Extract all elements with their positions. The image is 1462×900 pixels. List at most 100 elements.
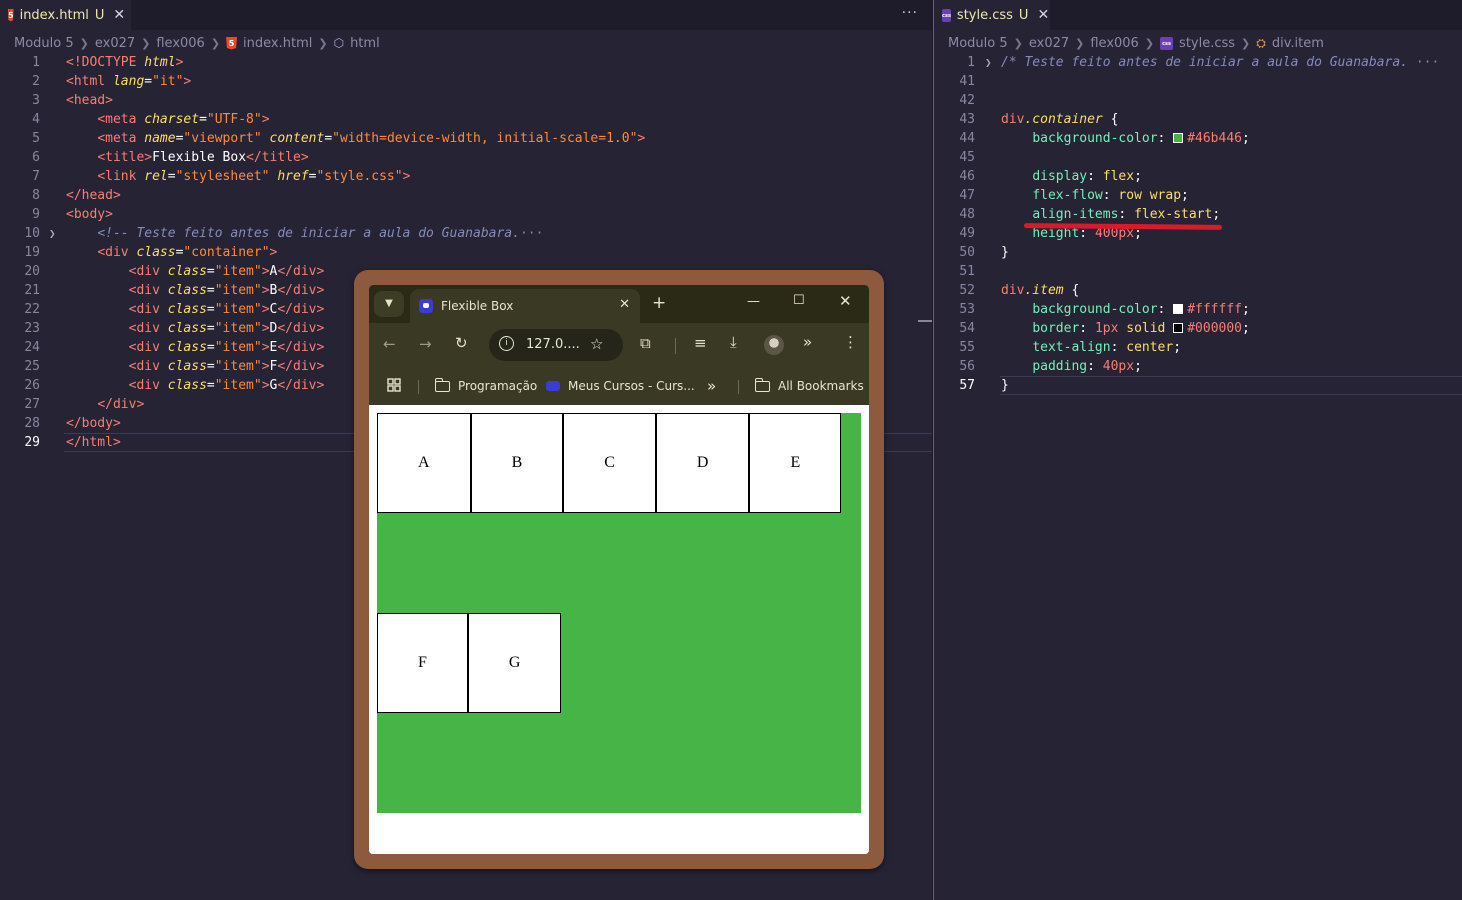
code-token: .item	[1024, 283, 1064, 298]
code-line[interactable]: 52 div.item {	[934, 281, 1462, 300]
forward-icon[interactable]: →	[419, 335, 432, 353]
download-icon[interactable]: ⤓	[730, 333, 737, 351]
breadcrumb-item[interactable]: index.html	[243, 36, 312, 51]
code-line[interactable]: 46 display: flex;	[934, 167, 1462, 186]
new-tab-icon[interactable]: +	[652, 293, 666, 313]
line-number: 21	[24, 283, 40, 298]
folder-icon	[434, 377, 450, 392]
line-number: 47	[959, 188, 975, 203]
back-icon[interactable]: ←	[383, 335, 396, 353]
chevron-double-right-icon[interactable]: »	[803, 333, 812, 351]
code-line[interactable]: 5 <meta name="viewport" content="width=d…	[0, 129, 932, 148]
breadcrumb-item[interactable]: html	[350, 36, 380, 51]
code-line[interactable]: 48 align-items: flex-start;	[934, 205, 1462, 224]
code-token: align-items	[1032, 207, 1119, 222]
breadcrumb-item[interactable]: div.item	[1272, 36, 1324, 51]
code-token: ;	[1242, 321, 1250, 336]
breadcrumb-item[interactable]: ex027	[1029, 36, 1069, 51]
code-token: </html>	[66, 435, 121, 450]
fold-chevron-icon[interactable]: ❯	[985, 53, 992, 72]
code-line[interactable]: 42	[934, 91, 1462, 110]
code-line[interactable]: 7 <link rel="stylesheet" href="style.css…	[0, 167, 932, 186]
color-swatch[interactable]	[1173, 133, 1184, 143]
fold-chevron-icon[interactable]: ❯	[49, 224, 56, 243]
code-line[interactable]: 44 background-color: #46b446;	[934, 129, 1462, 148]
tab-style-css[interactable]: css style.css U ✕	[934, 0, 1050, 30]
code-token: ···	[1408, 55, 1440, 70]
code-line[interactable]: 51	[934, 262, 1462, 281]
code-line[interactable]: 43 div.container {	[934, 110, 1462, 129]
apps-grid-icon[interactable]	[387, 378, 401, 392]
bookmark-all[interactable]: All Bookmarks	[754, 377, 864, 393]
media-queue-icon[interactable]: ≡	[694, 334, 707, 352]
code-token: class	[136, 245, 176, 260]
more-actions-button[interactable]: ···	[902, 5, 918, 21]
breadcrumb-item[interactable]: flex006	[1090, 36, 1138, 51]
breadcrumb-item[interactable]: ex027	[95, 36, 135, 51]
reload-icon[interactable]: ↻	[455, 334, 468, 352]
chevron-double-right-icon[interactable]: »	[707, 377, 716, 395]
color-swatch[interactable]	[1173, 323, 1184, 333]
line-number: 44	[959, 131, 975, 146]
code-text: div.container {	[1001, 110, 1118, 129]
code-line[interactable]: 1 ❯ /* Teste feito antes de iniciar a aula…	[934, 53, 1462, 72]
code-token: >	[261, 359, 270, 374]
line-number: 29	[24, 435, 40, 450]
line-number: 52	[959, 283, 975, 298]
breadcrumb-item[interactable]: flex006	[156, 36, 204, 51]
close-icon[interactable]: ✕	[619, 297, 630, 312]
code-text: <title>Flexible Box</title>	[66, 148, 308, 167]
code-line[interactable]: 1 <!DOCTYPE html>	[0, 53, 932, 72]
kebab-menu-icon[interactable]: ⋮	[843, 333, 858, 351]
line-number: 42	[959, 93, 975, 108]
tab-index-html[interactable]: 5 index.html U ✕	[0, 0, 131, 30]
bookmark-programacao[interactable]: Programação	[434, 377, 537, 393]
code-token: =	[144, 74, 153, 89]
code-line[interactable]: 8 </head>	[0, 186, 932, 205]
close-icon[interactable]: ✕	[1037, 7, 1049, 23]
line-number: 56	[959, 359, 975, 374]
code-line[interactable]: 54 border: 1px solid #000000;	[934, 319, 1462, 338]
code-line[interactable]: 2 <html lang="it">	[0, 72, 932, 91]
minimize-icon[interactable]: —	[747, 294, 760, 309]
code-line[interactable]: 19 <div class="container">	[0, 243, 932, 262]
browser-tab[interactable]: Flexible Box ✕	[410, 289, 640, 323]
code-line[interactable]: 56 padding: 40px;	[934, 357, 1462, 376]
breadcrumb-item[interactable]: Modulo 5	[14, 36, 74, 51]
close-icon[interactable]: ✕	[113, 7, 125, 23]
scrollbar-marker	[918, 320, 932, 322]
code-token: content	[269, 131, 325, 146]
maximize-icon[interactable]: ☐	[793, 293, 805, 308]
code-token: "item"	[214, 378, 262, 393]
code-line[interactable]: 55 text-align: center;	[934, 338, 1462, 357]
avatar[interactable]	[764, 335, 784, 355]
close-window-icon[interactable]: ✕	[839, 292, 852, 310]
extensions-icon[interactable]: ⧉	[640, 334, 651, 352]
code-token: #ffffff	[1187, 302, 1242, 317]
code-text: align-items: flex-start;	[1001, 205, 1220, 224]
code-line[interactable]: 6 <title>Flexible Box</title>	[0, 148, 932, 167]
breadcrumb-item[interactable]: Modulo 5	[948, 36, 1008, 51]
code-line[interactable]: 57}	[934, 376, 1462, 395]
code-line[interactable]: 9 <body>	[0, 205, 932, 224]
tab-search-button[interactable]: ▼	[374, 291, 404, 317]
code-line[interactable]: 50}	[934, 243, 1462, 262]
code-line[interactable]: 10 ❯ <!-- Teste feito antes de iniciar a …	[0, 224, 932, 243]
code-line[interactable]: 41	[934, 72, 1462, 91]
code-line[interactable]: 45	[934, 148, 1462, 167]
bookmark-star-icon[interactable]: ☆	[590, 335, 603, 353]
code-token: name	[144, 131, 176, 146]
color-swatch[interactable]	[1173, 304, 1184, 314]
code-line[interactable]: 4 <meta charset="UTF-8">	[0, 110, 932, 129]
code-line[interactable]: 47 flex-flow: row wrap;	[934, 186, 1462, 205]
bookmark-meus-cursos[interactable]: Meus Cursos - Curs...	[546, 379, 695, 393]
code-line[interactable]: 3 <head>	[0, 91, 932, 110]
breadcrumb-item[interactable]: style.css	[1179, 36, 1235, 51]
code-line[interactable]: 53 background-color: #ffffff;	[934, 300, 1462, 319]
info-icon[interactable]: i	[499, 336, 514, 351]
code-token: class	[167, 321, 207, 336]
address-bar[interactable]: i 127.0.... ☆	[489, 329, 623, 361]
